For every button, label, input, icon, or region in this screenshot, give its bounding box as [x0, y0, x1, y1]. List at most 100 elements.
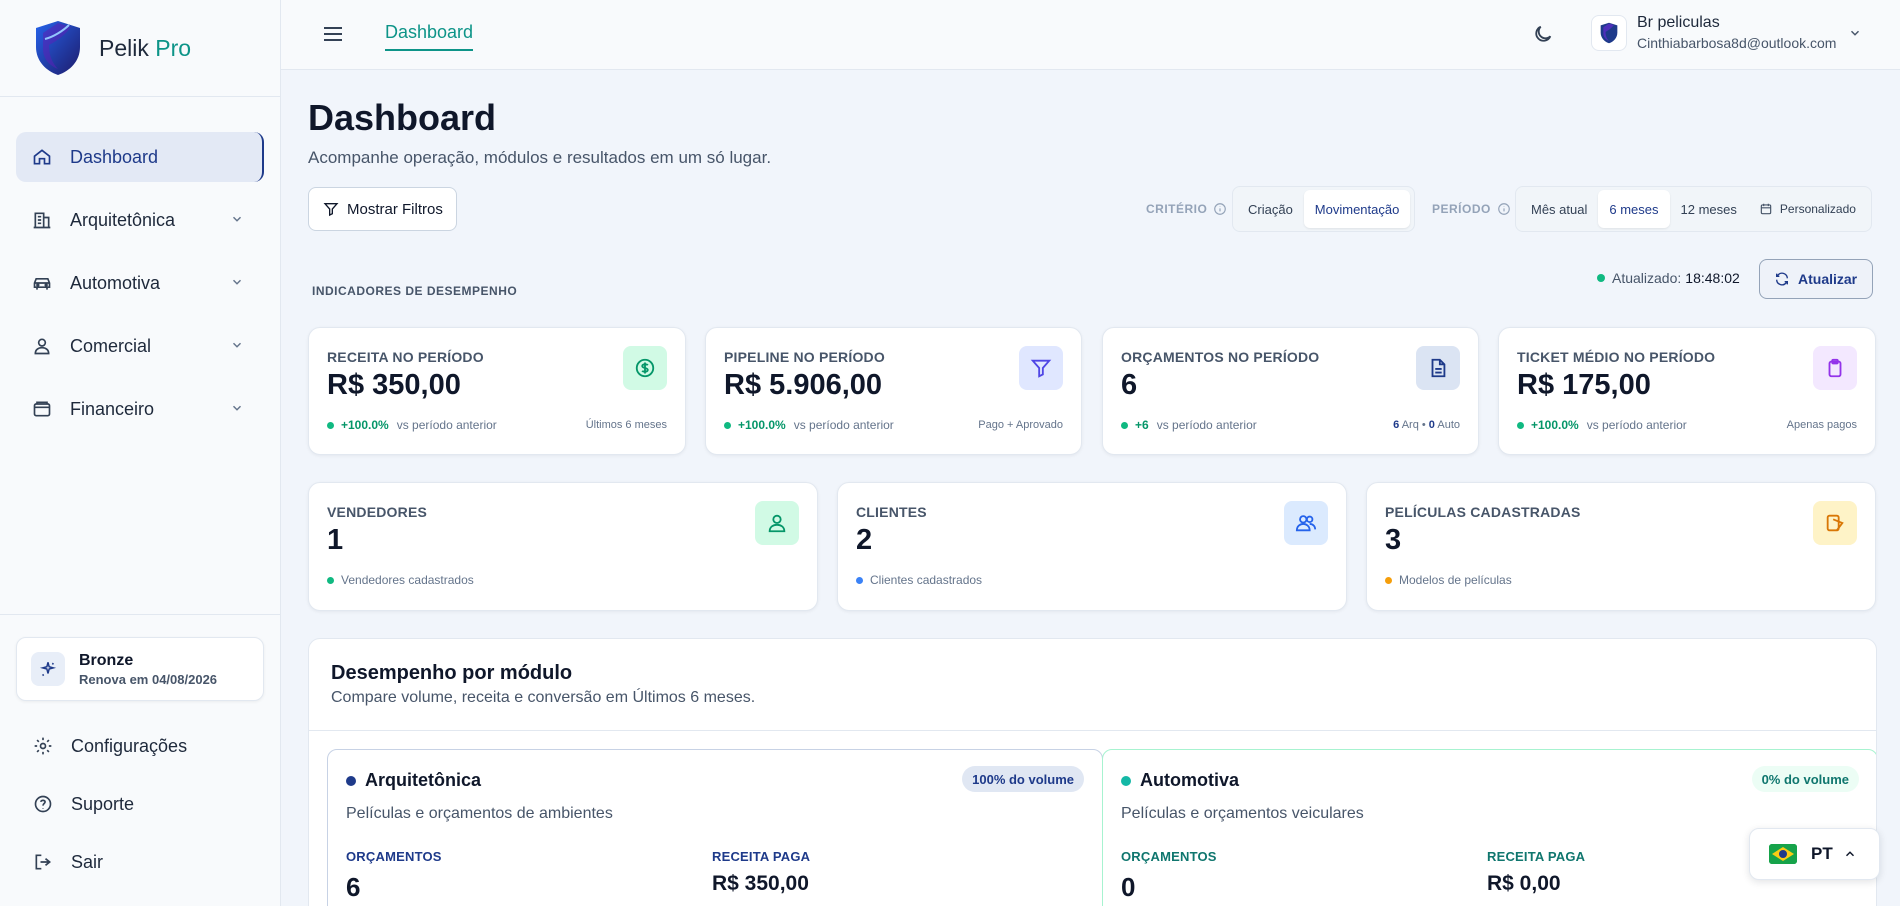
info-icon[interactable]	[1213, 202, 1227, 216]
receita-value: R$ 350,00	[712, 872, 809, 895]
kpi-card-orcamentos[interactable]: ORÇAMENTOS NO PERÍODO 6 +6 vs período ant…	[1102, 327, 1479, 455]
kpi-delta: +100.0%	[1531, 418, 1579, 432]
count-card-peliculas[interactable]: PELÍCULAS CADASTRADAS 3 Modelos de pelíc…	[1366, 482, 1876, 611]
receita-label: RECEITA PAGA	[1487, 849, 1586, 864]
help-icon	[33, 794, 53, 814]
kpi-value: R$ 350,00	[327, 369, 461, 401]
dollar-icon	[623, 346, 667, 390]
count-value: 3	[1385, 524, 1402, 556]
kpi-title: ORÇAMENTOS NO PERÍODO	[1121, 349, 1320, 365]
sidebar-item-comercial[interactable]: Comercial	[16, 321, 264, 371]
top-header: Dashboard Br peliculas Cinthiabarbosa8d@…	[281, 0, 1900, 70]
page-subtitle: Acompanhe operação, módulos e resultados…	[308, 148, 772, 167]
wallet-icon	[32, 399, 52, 419]
orcamentos-label: ORÇAMENTOS	[346, 849, 442, 864]
car-icon	[32, 273, 52, 293]
kpi-delta: +100.0%	[341, 418, 389, 432]
language-switcher[interactable]: PT	[1749, 828, 1880, 880]
building-icon	[32, 210, 52, 230]
sidebar-item-label: Configurações	[71, 735, 188, 756]
count-footer: Clientes cadastrados	[856, 573, 982, 587]
sidebar-item-dashboard[interactable]: Dashboard	[16, 132, 264, 182]
kpi-delta: +6	[1135, 418, 1149, 432]
sidebar-item-label: Arquitetônica	[70, 209, 176, 230]
user-menu[interactable]: Br peliculas Cinthiabarbosa8d@outlook.co…	[1591, 14, 1862, 51]
plan-renewal: Renova em 04/08/2026	[79, 671, 218, 687]
info-icon[interactable]	[1497, 202, 1511, 216]
count-card-vendedores[interactable]: VENDEDORES 1 Vendedores cadastrados	[308, 482, 818, 611]
kpi-vs: vs período anterior	[1156, 418, 1257, 432]
updated-label: Atualizado:	[1612, 270, 1682, 286]
status-dot	[346, 775, 356, 786]
chevron-down-icon	[232, 279, 242, 285]
periodo-option-personalizado[interactable]: Personalizado	[1748, 190, 1867, 228]
module-name-text: Arquitetônica	[365, 770, 482, 790]
module-card-arquitetonica[interactable]: Arquitetônica 100% do volume Películas e…	[327, 749, 1103, 906]
kpi-card-ticket[interactable]: TICKET MÉDIO NO PERÍODO R$ 175,00 +100.0…	[1498, 327, 1876, 455]
count-card-clientes[interactable]: CLIENTES 2 Clientes cadastrados	[837, 482, 1347, 611]
count-value: 2	[856, 524, 873, 556]
kpi-note: 6 Arq • 0 Auto	[1393, 419, 1460, 431]
logo[interactable]: Pelik Pro	[0, 0, 280, 97]
kpi-value: R$ 175,00	[1517, 369, 1651, 401]
kpi-note-arq-count: 6	[1393, 419, 1400, 431]
kpi-vs: vs período anterior	[793, 418, 894, 432]
module-name-text: Automotiva	[1140, 770, 1239, 790]
funnel-icon	[323, 203, 339, 217]
module-description: Películas e orçamentos de ambientes	[346, 805, 613, 822]
sidebar-item-label: Dashboard	[70, 146, 159, 167]
sidebar-item-sair[interactable]: Sair	[0, 833, 280, 891]
periodo-option-12-meses[interactable]: 12 meses	[1670, 190, 1748, 228]
film-icon	[1813, 501, 1857, 545]
plan-card[interactable]: Bronze Renova em 04/08/2026	[16, 637, 264, 701]
volume-badge: 100% do volume	[962, 766, 1084, 792]
show-filters-label: Mostrar Filtros	[347, 200, 443, 218]
clipboard-icon	[1813, 346, 1857, 390]
count-foot: Vendedores cadastrados	[341, 573, 474, 587]
sidebar-item-arquitetonica[interactable]: Arquitetônica	[16, 195, 264, 245]
refresh-label: Atualizar	[1798, 271, 1858, 287]
kpi-footer: +100.0% vs período anterior	[327, 418, 497, 432]
kpi-delta: +100.0%	[738, 418, 786, 432]
status-dot	[327, 576, 334, 584]
kpi-vs: vs período anterior	[1586, 418, 1687, 432]
sidebar-item-suporte[interactable]: Suporte	[0, 775, 280, 833]
menu-icon[interactable]	[321, 22, 345, 46]
tab-dashboard[interactable]: Dashboard	[385, 22, 474, 51]
periodo-option-mes-atual[interactable]: Mês atual	[1520, 190, 1598, 228]
count-footer: Vendedores cadastrados	[327, 573, 474, 587]
home-icon	[32, 147, 52, 167]
periodo-option-6-meses[interactable]: 6 meses	[1598, 190, 1670, 228]
performance-title: Desempenho por módulo	[331, 662, 573, 684]
count-title: VENDEDORES	[327, 504, 428, 520]
users-icon	[32, 336, 52, 356]
kpi-note-arq: Arq •	[1401, 419, 1426, 431]
orcamentos-value: 0	[1121, 872, 1136, 902]
kpi-note: Pago + Aprovado	[978, 419, 1063, 431]
sidebar-item-financeiro[interactable]: Financeiro	[16, 384, 264, 434]
calendar-icon	[1760, 203, 1772, 215]
updated-time: 18:48:02	[1685, 270, 1740, 286]
status-dot	[1121, 775, 1131, 786]
moon-icon[interactable]	[1532, 23, 1554, 45]
sidebar-nav: Dashboard Arquitetônica Automotiva Comer…	[0, 97, 280, 434]
criterio-option-movimentacao[interactable]: Movimentação	[1303, 190, 1411, 228]
shield-logo-icon	[36, 21, 80, 75]
kpi-footer: +100.0% vs período anterior	[1517, 418, 1687, 432]
refresh-button[interactable]: Atualizar	[1759, 259, 1873, 299]
sidebar-item-automotiva[interactable]: Automotiva	[16, 258, 264, 308]
show-filters-button[interactable]: Mostrar Filtros	[308, 187, 457, 231]
status-dot	[1597, 274, 1605, 282]
kpi-card-pipeline[interactable]: PIPELINE NO PERÍODO R$ 5.906,00 +100.0% v…	[705, 327, 1082, 455]
count-value: 1	[327, 524, 344, 556]
kpi-card-receita[interactable]: RECEITA NO PERÍODO R$ 350,00 +100.0% vs p…	[308, 327, 686, 455]
sidebar-item-configuracoes[interactable]: Configurações	[0, 717, 280, 775]
performance-subtitle: Compare volume, receita e conversão em Ú…	[331, 689, 756, 706]
status-dot	[327, 421, 334, 429]
orcamentos-value: 6	[346, 872, 361, 902]
logout-icon	[33, 852, 53, 872]
performance-section: Desempenho por módulo Compare volume, re…	[308, 638, 1877, 906]
criterio-option-criacao[interactable]: Criação	[1237, 190, 1304, 228]
chevron-down-icon	[232, 405, 242, 411]
language-code: PT	[1811, 844, 1833, 863]
